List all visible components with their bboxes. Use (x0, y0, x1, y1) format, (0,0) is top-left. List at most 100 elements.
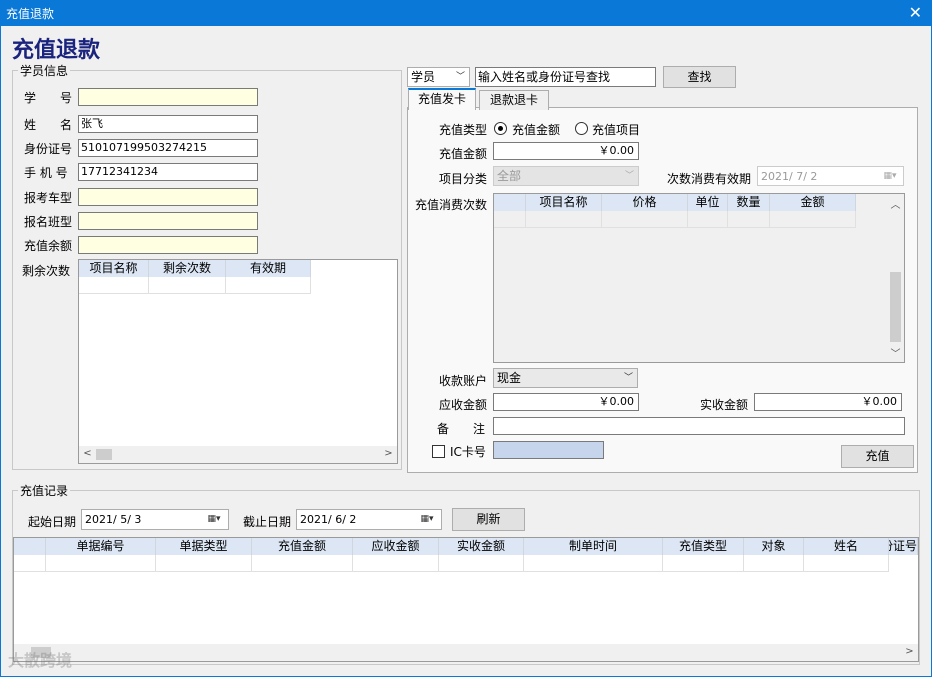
grid-header[interactable]: 应收金额 (353, 538, 439, 555)
scroll-up-icon[interactable]: ︿ (887, 196, 904, 211)
grid-header[interactable]: 制单时间 (524, 538, 663, 555)
calendar-icon[interactable]: ▦▾ (200, 510, 228, 528)
radio-amount-label[interactable]: 充值金额 (512, 121, 560, 138)
grid-cell[interactable] (46, 555, 156, 572)
grid-cell[interactable] (744, 555, 804, 572)
ic-card-label[interactable]: IC卡号 (450, 443, 486, 460)
student-info-legend: 学员信息 (18, 62, 71, 79)
student-id-label: 身份证号 (24, 142, 73, 156)
remaining-times-grid[interactable]: 项目名称 剩余次数 有效期 < > (78, 259, 398, 464)
records-grid[interactable]: 单据编号 单据类型 充值金额 应收金额 实收金额 制单时间 充值类型 对象 姓名… (13, 537, 919, 662)
calendar-icon[interactable]: ▦▾ (877, 167, 903, 185)
grid-cell[interactable] (524, 555, 663, 572)
grid-header[interactable]: 身份证号 (889, 538, 918, 555)
search-input[interactable]: 输入姓名或身份证号查找 (475, 67, 656, 87)
radio-project[interactable] (575, 122, 588, 135)
grid-header[interactable]: 剩余次数 (149, 260, 226, 277)
scroll-thumb[interactable] (890, 272, 901, 342)
horizontal-scrollbar[interactable]: < > (79, 446, 397, 463)
grid-cell[interactable] (226, 277, 311, 294)
recharge-amount-field[interactable]: ￥0.00 (493, 142, 639, 160)
grid-header[interactable]: 对象 (744, 538, 804, 555)
expiry-date-picker[interactable]: 2021/ 7/ 2 ▦▾ (757, 166, 904, 186)
grid-cell[interactable] (663, 555, 744, 572)
scroll-right-icon[interactable]: > (380, 448, 397, 459)
grid-header[interactable]: 数量 (728, 194, 770, 211)
times-grid[interactable]: 项目名称 价格 单位 数量 金额 ︿ ﹀ (493, 193, 905, 363)
chevron-down-icon[interactable]: ﹀ (621, 167, 638, 185)
scroll-thumb[interactable] (96, 449, 112, 460)
horizontal-scrollbar[interactable]: > (14, 644, 918, 661)
vertical-scrollbar[interactable]: ︿ ﹀ (887, 194, 904, 362)
grid-header[interactable]: 实收金额 (439, 538, 524, 555)
grid-header[interactable]: 充值金额 (252, 538, 353, 555)
grid-header[interactable]: 单据编号 (46, 538, 156, 555)
expiry-label: 次数消费有效期 (667, 172, 752, 186)
grid-header[interactable]: 项目名称 (526, 194, 602, 211)
grid-cell[interactable] (494, 211, 526, 228)
ic-card-field[interactable] (493, 441, 604, 459)
grid-cell[interactable] (353, 555, 439, 572)
account-select[interactable]: 现金 ﹀ (493, 368, 638, 388)
radio-project-label[interactable]: 充值项目 (592, 121, 640, 138)
search-button[interactable]: 查找 (663, 66, 736, 88)
ic-card-checkbox[interactable] (432, 445, 445, 458)
search-type-select[interactable]: 学员 ﹀ (407, 67, 470, 87)
grid-cell[interactable] (526, 211, 602, 228)
student-name-label: 姓 名 (24, 118, 73, 132)
page-title: 充值退款 (12, 37, 101, 63)
grid-cell[interactable] (79, 277, 149, 294)
received-field[interactable]: ￥0.00 (754, 393, 902, 411)
calendar-icon[interactable]: ▦▾ (413, 510, 441, 528)
scroll-left-icon[interactable]: < (79, 448, 96, 459)
student-number-field[interactable] (78, 88, 258, 106)
grid-header[interactable]: 单据类型 (156, 538, 252, 555)
grid-cell[interactable] (770, 211, 856, 228)
grid-cell[interactable] (804, 555, 889, 572)
student-id-field[interactable]: 510107199503274215 (78, 139, 258, 157)
grid-cell[interactable] (728, 211, 770, 228)
grid-header[interactable] (14, 538, 46, 555)
grid-cell[interactable] (14, 555, 46, 572)
grid-cell[interactable] (688, 211, 728, 228)
records-legend: 充值记录 (18, 482, 71, 499)
tab-refund[interactable]: 退款退卡 (479, 90, 549, 110)
start-date-value: 2021/ 5/ 3 (85, 513, 142, 526)
grid-cell[interactable] (149, 277, 226, 294)
refresh-button[interactable]: 刷新 (452, 508, 525, 531)
recharge-type-label: 充值类型 (439, 123, 488, 137)
chevron-down-icon[interactable]: ﹀ (452, 68, 469, 86)
scroll-down-icon[interactable]: ﹀ (887, 345, 904, 360)
category-select[interactable]: 全部 ﹀ (493, 166, 639, 186)
student-phone-field[interactable]: 17712341234 (78, 163, 258, 181)
scroll-right-icon[interactable]: > (901, 646, 918, 657)
car-type-field[interactable] (78, 188, 258, 206)
end-date-picker[interactable]: 2021/ 6/ 2 ▦▾ (296, 509, 442, 530)
grid-header[interactable]: 单位 (688, 194, 728, 211)
grid-header[interactable]: 充值类型 (663, 538, 744, 555)
remark-field[interactable] (493, 417, 905, 435)
window-title: 充值退款 (6, 7, 55, 21)
student-name-field[interactable]: 张飞 (78, 115, 258, 133)
grid-cell[interactable] (156, 555, 252, 572)
grid-header[interactable]: 有效期 (226, 260, 311, 277)
close-icon[interactable]: ✕ (909, 3, 922, 22)
class-type-field[interactable] (78, 212, 258, 230)
grid-cell[interactable] (439, 555, 524, 572)
radio-amount[interactable] (494, 122, 507, 135)
grid-cell[interactable] (252, 555, 353, 572)
grid-cell[interactable] (602, 211, 688, 228)
chevron-down-icon[interactable]: ﹀ (620, 369, 637, 387)
grid-header[interactable]: 价格 (602, 194, 688, 211)
grid-header[interactable] (494, 194, 526, 211)
recharge-button[interactable]: 充值 (841, 445, 914, 468)
grid-header[interactable]: 姓名 (804, 538, 889, 555)
tab-recharge[interactable]: 充值发卡 (408, 88, 476, 110)
times-label: 充值消费次数 (415, 198, 488, 212)
grid-header[interactable]: 金额 (770, 194, 856, 211)
receivable-field[interactable]: ￥0.00 (493, 393, 639, 411)
grid-header[interactable]: 项目名称 (79, 260, 149, 277)
start-date-picker[interactable]: 2021/ 5/ 3 ▦▾ (81, 509, 229, 530)
car-type-label: 报考车型 (24, 191, 73, 205)
balance-field[interactable] (78, 236, 258, 254)
